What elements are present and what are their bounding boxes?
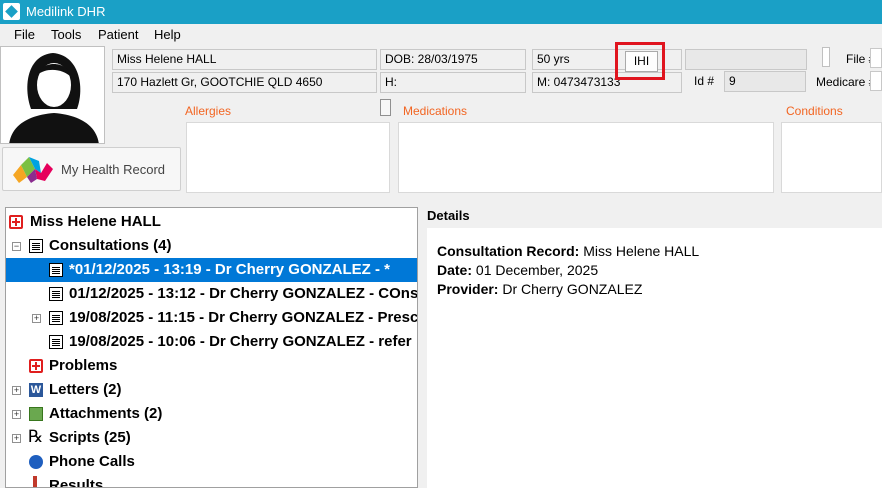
tree-node-phone-calls[interactable]: Phone Calls: [6, 450, 417, 474]
phone-icon: [29, 455, 43, 469]
provider-value: Dr Cherry GONZALEZ: [502, 281, 643, 297]
date-value: 01 December, 2025: [475, 262, 599, 278]
tree-node-consultations[interactable]: − Consultations (4): [6, 234, 417, 258]
medications-label: Medications: [403, 104, 468, 118]
medical-cross-icon: [29, 359, 43, 373]
title-bar: Medilink DHR: [0, 0, 882, 24]
menu-file[interactable]: File: [14, 27, 35, 42]
my-health-record-logo-icon: [13, 157, 53, 183]
menu-tools[interactable]: Tools: [51, 27, 81, 42]
blank-field: [685, 49, 807, 70]
ihi-highlight-box: [615, 42, 665, 80]
dob-field: DOB: 28/03/1975: [380, 49, 526, 70]
patient-address-field: 170 Hazlett Gr, GOOTCHIE QLD 4650: [112, 72, 377, 93]
consultation-record-label: Consultation Record:: [437, 243, 580, 259]
tree-root-patient[interactable]: Miss Helene HALL: [6, 210, 417, 234]
allergies-box[interactable]: [186, 122, 390, 193]
consultation-record-row: Consultation Record: Miss Helene HALL: [437, 243, 699, 259]
home-phone-field: H:: [380, 72, 526, 93]
file-number-field[interactable]: [870, 48, 882, 68]
window-title: Medilink DHR: [26, 4, 106, 19]
provider-row: Provider: Dr Cherry GONZALEZ: [437, 281, 642, 297]
tree-node-scripts[interactable]: + ℞ Scripts (25): [6, 426, 417, 450]
tree-root-label: Miss Helene HALL: [30, 213, 161, 230]
menu-bar: File Tools Patient Help: [0, 24, 882, 46]
results-label: Results: [49, 477, 104, 488]
allergies-label: Allergies: [185, 104, 232, 118]
prescription-rx-icon: ℞: [28, 427, 44, 446]
file-checkbox[interactable]: [822, 47, 830, 67]
expand-toggle-icon[interactable]: +: [12, 410, 21, 419]
phone-calls-label: Phone Calls: [49, 453, 135, 470]
letters-label: Letters (2): [49, 381, 122, 398]
tree-node-results[interactable]: Results: [6, 474, 417, 488]
details-heading: Details: [427, 208, 470, 223]
app-icon: [3, 3, 20, 20]
notebook-icon: [49, 287, 63, 301]
patient-avatar: [0, 46, 105, 144]
menu-help[interactable]: Help: [154, 27, 181, 42]
id-label: Id #: [694, 74, 715, 88]
tree-node-problems[interactable]: Problems: [6, 354, 417, 378]
consult-item-label: *01/12/2025 - 13:19 - Dr Cherry GONZALEZ…: [69, 261, 390, 278]
results-icon: [33, 476, 37, 487]
medicare-label: Medicare #: [816, 75, 876, 89]
consult-item-label: 01/12/2025 - 13:12 - Dr Cherry GONZALEZ …: [69, 285, 418, 302]
provider-label: Provider:: [437, 281, 499, 297]
tree-node-attachments[interactable]: + Attachments (2): [6, 402, 417, 426]
notebook-icon: [49, 263, 63, 277]
consult-item-label: 19/08/2025 - 10:06 - Dr Cherry GONZALEZ …: [69, 333, 412, 350]
expand-toggle-icon[interactable]: +: [32, 314, 41, 323]
collapse-toggle-icon[interactable]: −: [12, 242, 21, 251]
female-silhouette-icon: [9, 53, 99, 143]
tree-node-letters[interactable]: + W Letters (2): [6, 378, 417, 402]
my-health-record-button[interactable]: My Health Record: [2, 147, 181, 191]
attachment-image-icon: [29, 407, 43, 421]
consult-item[interactable]: + 19/08/2025 - 11:15 - Dr Cherry GONZALE…: [6, 306, 417, 330]
patient-name-field: Miss Helene HALL: [112, 49, 377, 70]
expand-toggle-icon[interactable]: +: [12, 386, 21, 395]
details-pane: Consultation Record: Miss Helene HALL Da…: [427, 228, 882, 488]
consult-item[interactable]: 19/08/2025 - 10:06 - Dr Cherry GONZALEZ …: [6, 330, 417, 354]
my-health-record-label: My Health Record: [61, 162, 166, 177]
conditions-box[interactable]: [781, 122, 882, 193]
consultations-label: Consultations (4): [49, 237, 172, 254]
conditions-label: Conditions: [786, 104, 843, 118]
date-row: Date: 01 December, 2025: [437, 262, 598, 278]
word-document-icon: W: [29, 383, 43, 397]
id-value-field: 9: [724, 71, 806, 92]
expand-toggle-icon[interactable]: +: [12, 434, 21, 443]
problems-label: Problems: [49, 357, 118, 374]
consultation-record-value: Miss Helene HALL: [583, 243, 700, 259]
attachments-label: Attachments (2): [49, 405, 163, 422]
medical-cross-icon: [9, 215, 23, 229]
allergies-checkbox[interactable]: [380, 99, 391, 116]
notebook-icon: [29, 239, 43, 253]
date-label: Date:: [437, 262, 473, 278]
menu-patient[interactable]: Patient: [98, 27, 138, 42]
consult-item-label: 19/08/2025 - 11:15 - Dr Cherry GONZALEZ …: [69, 309, 418, 326]
medicare-field[interactable]: [870, 71, 882, 91]
patient-record-tree[interactable]: Miss Helene HALL − Consultations (4) *01…: [5, 207, 418, 488]
consult-item-selected[interactable]: *01/12/2025 - 13:19 - Dr Cherry GONZALEZ…: [6, 258, 417, 282]
scripts-label: Scripts (25): [49, 429, 131, 446]
notebook-icon: [49, 311, 63, 325]
consult-item[interactable]: 01/12/2025 - 13:12 - Dr Cherry GONZALEZ …: [6, 282, 417, 306]
notebook-icon: [49, 335, 63, 349]
medications-box[interactable]: [398, 122, 774, 193]
